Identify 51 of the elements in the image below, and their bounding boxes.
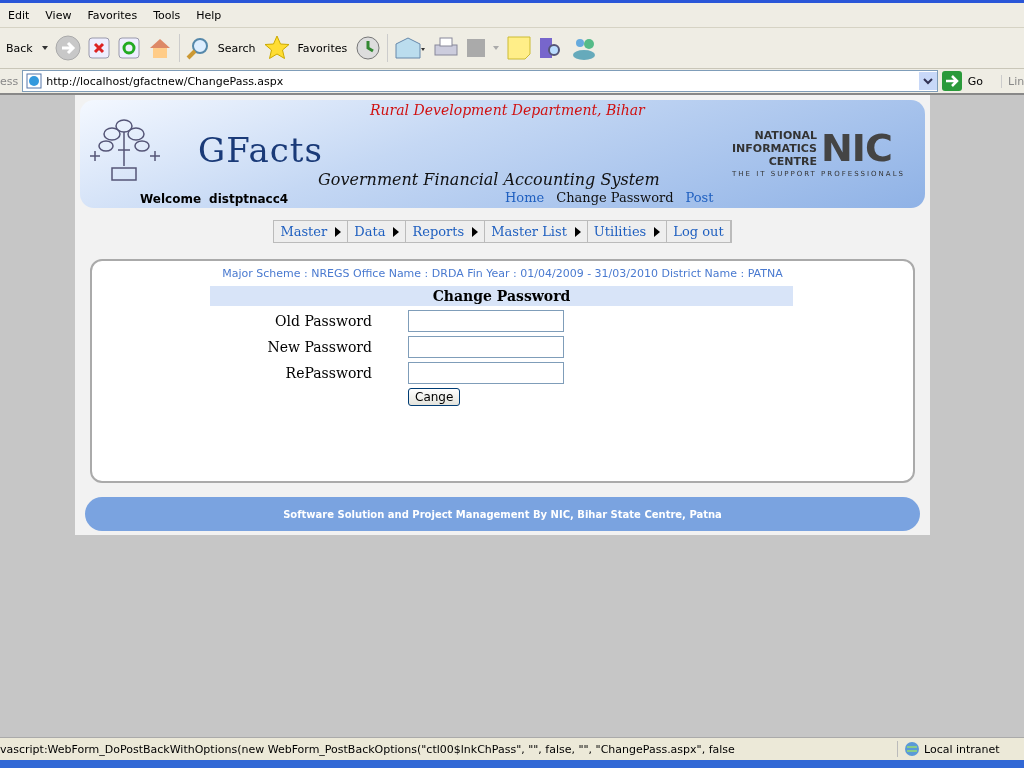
field-label: New Password xyxy=(266,338,372,357)
menu-tab[interactable]: Master List xyxy=(485,221,588,242)
submenu-arrow-icon xyxy=(574,226,581,237)
address-label: ess xyxy=(0,74,19,88)
menu-tab[interactable]: Utilities xyxy=(587,221,668,242)
menu-item[interactable]: Help xyxy=(188,8,230,22)
header-link[interactable]: Home xyxy=(505,190,545,210)
stop-icon[interactable] xyxy=(86,36,111,60)
menu-item[interactable]: View xyxy=(37,8,80,22)
app-subtitle: Government Financial Accounting System xyxy=(318,170,660,189)
star-icon[interactable] xyxy=(263,35,290,61)
page-icon xyxy=(26,73,43,89)
refresh-icon[interactable] xyxy=(116,36,141,60)
department-title: Rural Development Department, Bihar xyxy=(370,102,645,118)
zone-label: Local intranet xyxy=(924,742,1000,756)
dropdown-arrow-icon[interactable] xyxy=(40,45,49,51)
menu-tab[interactable]: Log out xyxy=(667,221,731,242)
menu-tab[interactable]: Master xyxy=(274,221,349,242)
back-button[interactable]: Back xyxy=(4,41,35,55)
field-label: Old Password xyxy=(274,312,372,331)
password-field[interactable] xyxy=(408,310,564,332)
welcome-label: Welcome xyxy=(140,192,202,206)
status-text: vascript:WebForm_DoPostBackWithOptions(new WebForm_PostBackOptions("ctl00$lnkChPass", "", false, "", "ChangePass.aspx", false xyxy=(0,742,735,756)
header-link[interactable]: Change Password xyxy=(556,190,674,210)
change-button[interactable]: Cange xyxy=(408,388,461,406)
app-title: GFacts xyxy=(198,130,323,170)
submenu-arrow-icon xyxy=(472,226,479,237)
history-icon[interactable] xyxy=(355,35,382,61)
form-title: Change Password xyxy=(210,286,793,306)
scheme-info: Major Scheme : NREGS Office Name : DRDA Fin Year : 01/04/2009 - 31/03/2010 District Name : PATNA xyxy=(221,267,784,280)
go-arrow-icon[interactable] xyxy=(941,71,962,91)
submenu-arrow-icon xyxy=(335,226,342,237)
submenu-arrow-icon xyxy=(654,226,661,237)
go-button[interactable]: Go xyxy=(965,74,997,88)
menu-item[interactable]: Favorites xyxy=(79,8,146,22)
menu-tab[interactable]: Data xyxy=(348,221,407,242)
password-field[interactable] xyxy=(408,336,564,358)
search-icon[interactable] xyxy=(185,36,210,60)
password-field[interactable] xyxy=(408,362,564,384)
menu-tab[interactable]: Reports xyxy=(406,221,486,242)
mail-icon[interactable] xyxy=(394,36,427,60)
menu-item[interactable]: Tools xyxy=(145,8,189,22)
user-name: distptnacc4 xyxy=(209,192,289,206)
submenu-arrow-icon xyxy=(393,226,400,237)
field-label: RePassword xyxy=(284,364,372,383)
menu-item[interactable]: Edit xyxy=(0,8,38,22)
favorites-button[interactable]: Favorites xyxy=(295,41,350,55)
search-button[interactable]: Search xyxy=(215,41,258,55)
address-field[interactable]: http://localhost/gfactnew/ChangePass.aspx xyxy=(22,70,938,92)
footer-bar: Software Solution and Project Management By NIC, Bihar State Centre, Patna xyxy=(85,497,920,531)
globe-icon xyxy=(904,741,920,757)
